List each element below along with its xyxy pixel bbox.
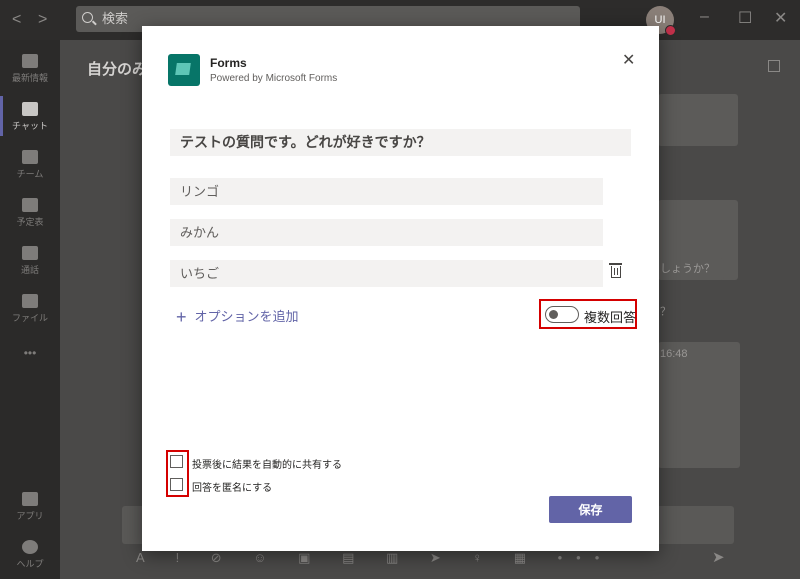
rail-label: 最新情報 [11, 73, 48, 83]
message-fragment: ？ [660, 306, 671, 318]
rail-label: ファイル [11, 313, 48, 323]
forms-dialog: Forms Powered by Microsoft Forms ✕ テストの質… [142, 26, 659, 551]
send-icon[interactable]: ➤ [712, 548, 725, 566]
plus-icon: + [176, 307, 187, 327]
app-rail: 最新情報 チャット チーム 予定表 通話 ファイル ••• アプリ ヘルプ [0, 40, 60, 579]
file-icon [22, 294, 38, 308]
option-input-1[interactable]: リンゴ [170, 178, 603, 205]
rail-item-activity[interactable]: 最新情報 [0, 54, 60, 84]
rail-item-calendar[interactable]: 予定表 [0, 198, 60, 228]
close-window-icon[interactable]: ✕ [774, 8, 787, 28]
search-placeholder: 検索 [102, 11, 129, 26]
status-badge [665, 25, 676, 36]
add-option-button[interactable]: + オプションを追加 [176, 306, 299, 328]
rail-label: 通話 [20, 265, 39, 275]
chat-icon [22, 102, 38, 116]
message-timestamp: 16:48 [658, 342, 740, 468]
rail-label: ヘルプ [16, 559, 44, 569]
phone-icon [22, 246, 38, 260]
rail-item-files[interactable]: ファイル [0, 294, 60, 324]
option-input-2[interactable]: みかん [170, 219, 603, 246]
calendar-icon [22, 198, 38, 212]
share-results-checkbox[interactable] [170, 455, 183, 468]
maximize-icon[interactable]: ☐ [738, 8, 752, 28]
help-icon [22, 540, 38, 554]
bell-icon [22, 54, 38, 68]
message-fragment: しょうか？ [658, 258, 724, 280]
avatar-initials: UI [654, 14, 666, 26]
rail-item-teams[interactable]: チーム [0, 150, 60, 180]
trash-icon[interactable] [609, 263, 622, 278]
rail-item-chat[interactable]: チャット [0, 96, 60, 136]
multiple-answers-toggle[interactable] [545, 306, 579, 323]
rail-label: アプリ [16, 511, 44, 521]
anonymous-label: 回答を匿名にする [192, 483, 273, 494]
search-icon [82, 12, 93, 23]
rail-item-help[interactable]: ヘルプ [0, 540, 60, 570]
add-option-label: オプションを追加 [194, 309, 299, 324]
composer-toolbar[interactable]: A ! ⊘ ☺ ▣ ▤ ▥ ➤ ♀ ▦ ••• [136, 550, 613, 566]
toggle-knob [549, 310, 558, 319]
apps-icon [22, 492, 38, 506]
app-name: Forms [210, 56, 247, 70]
message-bubble [658, 94, 738, 146]
option-input-3[interactable]: いちご [170, 260, 603, 287]
rail-label: チーム [16, 169, 44, 179]
rail-more-icon[interactable]: ••• [0, 346, 60, 360]
rail-label: チャット [12, 121, 48, 131]
multiple-answers-label: 複数回答 [584, 310, 637, 325]
save-button[interactable]: 保存 [549, 496, 632, 523]
forms-glyph-icon [175, 63, 191, 75]
share-results-label: 投票後に結果を自動的に共有する [192, 460, 342, 471]
question-input[interactable]: テストの質問です。どれが好きですか？ [170, 129, 631, 156]
rail-item-apps[interactable]: アプリ [0, 492, 60, 522]
forward-icon[interactable]: > [38, 11, 47, 29]
forms-app-icon [168, 54, 200, 86]
rail-label: 予定表 [16, 217, 44, 227]
rail-item-calls[interactable]: 通話 [0, 246, 60, 276]
anonymous-checkbox[interactable] [170, 478, 183, 491]
teams-icon [22, 150, 38, 164]
minimize-icon[interactable]: – [700, 8, 709, 26]
close-icon[interactable]: ✕ [622, 50, 635, 70]
app-subtitle: Powered by Microsoft Forms [210, 73, 338, 84]
popout-icon[interactable] [768, 60, 780, 72]
page-title: 自分のみ [87, 61, 148, 78]
back-icon[interactable]: < [12, 11, 21, 29]
